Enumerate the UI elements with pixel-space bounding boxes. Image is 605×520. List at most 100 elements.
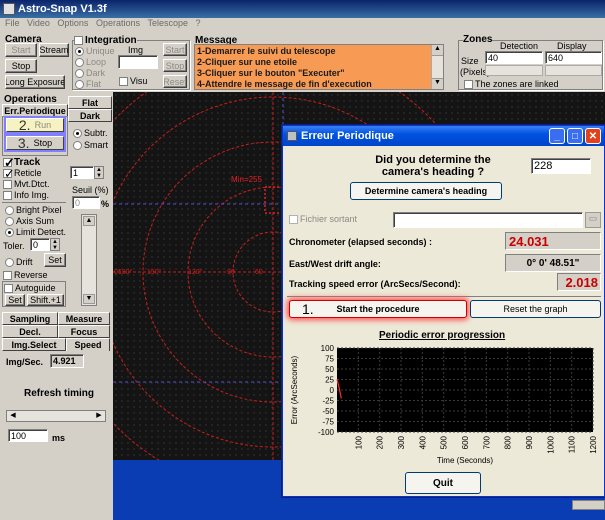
x-tick-label: 1000 bbox=[546, 435, 555, 453]
camera-start-button[interactable]: Start bbox=[5, 43, 37, 57]
bright-pixel-radio[interactable]: Bright Pixel bbox=[5, 205, 62, 216]
refresh-left-icon[interactable]: ◀ bbox=[8, 411, 18, 421]
tab-measure[interactable]: Measure bbox=[58, 312, 110, 325]
determine-heading-button[interactable]: Determine camera's heading bbox=[350, 182, 502, 200]
integration-reset-button[interactable]: Reset bbox=[163, 75, 187, 88]
limit-detect-radio[interactable]: Limit Detect. bbox=[5, 227, 66, 238]
shift-button[interactable]: Shift.+1 bbox=[27, 294, 64, 306]
dialog-divider bbox=[287, 296, 601, 297]
dialog-title-bar[interactable]: Erreur Periodique _ □ ✕ bbox=[283, 126, 604, 146]
timing-field[interactable]: 100 bbox=[8, 429, 48, 442]
tab-dark[interactable]: Dark bbox=[68, 109, 112, 122]
x-tick-label: 700 bbox=[482, 435, 491, 449]
run-button[interactable]: 2. Run bbox=[6, 118, 64, 132]
message-scrollbar[interactable]: ▲ ▼ bbox=[431, 45, 443, 89]
stop-button[interactable]: 3. Stop bbox=[6, 136, 64, 150]
output-file-field[interactable] bbox=[393, 212, 583, 228]
quit-button[interactable]: Quit bbox=[405, 472, 481, 494]
unique-radio[interactable]: Unique bbox=[75, 46, 115, 57]
menu-file[interactable]: File bbox=[5, 18, 20, 28]
img-label: Img bbox=[128, 45, 144, 55]
fichier-sortant-checkbox[interactable]: Fichier sortant bbox=[289, 214, 357, 225]
tab-flat[interactable]: Flat bbox=[68, 96, 112, 109]
smart-radio[interactable]: Smart bbox=[73, 140, 108, 151]
loop-radio[interactable]: Loop bbox=[75, 57, 106, 68]
start-procedure-button[interactable]: 1. Start the procedure bbox=[289, 300, 467, 318]
zones-linked-checkbox[interactable]: The zones are linked bbox=[464, 79, 559, 90]
heading-question: Did you determine the camera's heading ? bbox=[375, 154, 491, 178]
integration-checkbox[interactable] bbox=[74, 35, 83, 45]
spin-icon[interactable]: ▲ ▼ bbox=[94, 166, 104, 179]
tab-focus[interactable]: Focus bbox=[58, 325, 110, 338]
display-slider[interactable] bbox=[545, 65, 602, 76]
seuil-slider[interactable]: ▲ ▼ bbox=[81, 214, 97, 306]
refresh-right-icon[interactable]: ▶ bbox=[94, 411, 104, 421]
long-exposure-button[interactable]: Long Exposure bbox=[5, 75, 65, 89]
tab-decl[interactable]: Decl. bbox=[2, 325, 58, 338]
scroll-up-icon[interactable]: ▲ bbox=[432, 45, 443, 56]
seuil-down-icon[interactable]: ▼ bbox=[83, 294, 95, 304]
camera-stop-button[interactable]: Stop bbox=[5, 59, 37, 73]
drift-set-button[interactable]: Set bbox=[44, 253, 66, 267]
flat-radio[interactable]: Flat bbox=[75, 79, 101, 90]
tab-err-periodique[interactable]: Err.Periodique bbox=[2, 104, 68, 116]
tab-img-select[interactable]: Img.Select bbox=[2, 338, 66, 351]
menu-video[interactable]: Video bbox=[27, 18, 50, 28]
drift-angle-label: East/West drift angle: bbox=[289, 259, 381, 269]
camera-stream-button[interactable]: Stream bbox=[39, 43, 69, 57]
axis-sum-radio[interactable]: Axis Sum bbox=[5, 216, 54, 227]
y-tick-label: -25 bbox=[322, 397, 334, 406]
autoguide-set-button[interactable]: Set bbox=[5, 294, 25, 306]
img-sec-value: 4.921 bbox=[50, 354, 84, 368]
refresh-timing-label: Refresh timing bbox=[24, 388, 95, 399]
visu-checkbox[interactable]: Visu bbox=[119, 76, 147, 87]
menu-options[interactable]: Options bbox=[57, 18, 88, 28]
drift-radio[interactable]: Drift bbox=[5, 257, 33, 268]
dialog-title: Erreur Periodique bbox=[301, 130, 394, 142]
message-line-4: 4-Attendre le message de fin d'execution bbox=[197, 79, 372, 89]
integration-start-button[interactable]: Start bbox=[163, 43, 187, 56]
seuil-up-icon[interactable]: ▲ bbox=[83, 216, 95, 226]
refresh-slider[interactable]: ◀ ▶ bbox=[6, 410, 106, 422]
menu-help[interactable]: ? bbox=[196, 18, 201, 28]
integration-stop-button[interactable]: Stop bbox=[163, 59, 187, 72]
seuil-field[interactable]: 0 bbox=[72, 196, 100, 209]
reticle-checkbox[interactable]: ✓Reticle bbox=[3, 167, 42, 180]
maximize-icon[interactable]: □ bbox=[567, 128, 583, 144]
detection-size-field[interactable]: 40 bbox=[485, 51, 543, 64]
x-tick-label: 200 bbox=[376, 435, 385, 449]
y-tick-label: 75 bbox=[325, 355, 334, 364]
toler-spin-icon[interactable]: ▲ ▼ bbox=[50, 238, 60, 251]
taskbar-item[interactable] bbox=[572, 500, 605, 510]
x-tick-label: 500 bbox=[440, 435, 449, 449]
toler-field[interactable]: 0 bbox=[30, 238, 50, 251]
message-line-2: 2-Cliquer sur une etoile bbox=[197, 57, 298, 67]
track-divider bbox=[2, 202, 66, 203]
minimize-icon[interactable]: _ bbox=[549, 128, 565, 144]
menu-operations[interactable]: Operations bbox=[96, 18, 140, 28]
spin-field[interactable]: 1 bbox=[70, 166, 94, 179]
scroll-down-icon[interactable]: ▼ bbox=[432, 78, 443, 89]
periodic-error-dialog: Erreur Periodique _ □ ✕ Did you determin… bbox=[282, 125, 605, 497]
x-tick-label: 900 bbox=[525, 435, 534, 449]
dark-radio[interactable]: Dark bbox=[75, 68, 105, 79]
dialog-icon bbox=[287, 131, 297, 141]
tab-sampling[interactable]: Sampling bbox=[2, 312, 58, 325]
y-tick-label: 25 bbox=[325, 376, 334, 385]
reverse-checkbox[interactable]: Reverse bbox=[3, 270, 48, 281]
tab-speed[interactable]: Speed bbox=[66, 338, 110, 351]
autoguide-checkbox[interactable]: Autoguide bbox=[4, 283, 56, 294]
menu-telescope[interactable]: Telescope bbox=[148, 18, 189, 28]
chronometer-value: 24.031 bbox=[505, 232, 601, 250]
mvt-dtct-checkbox[interactable]: Mvt.Dtct. bbox=[3, 179, 50, 190]
info-img-checkbox[interactable]: Info Img. bbox=[3, 190, 49, 201]
folder-icon[interactable]: ▭ bbox=[585, 212, 601, 228]
subtr-radio[interactable]: Subtr. bbox=[73, 128, 108, 139]
message-line-3: 3-Cliquer sur le bouton "Executer" bbox=[197, 68, 345, 78]
display-size-field[interactable]: 640 bbox=[545, 51, 602, 64]
heading-field[interactable]: 228 bbox=[531, 158, 591, 174]
reset-graph-button[interactable]: Reset the graph bbox=[470, 300, 601, 318]
detection-slider[interactable] bbox=[485, 65, 543, 76]
img-count-field[interactable] bbox=[118, 55, 158, 69]
close-icon[interactable]: ✕ bbox=[585, 128, 601, 144]
